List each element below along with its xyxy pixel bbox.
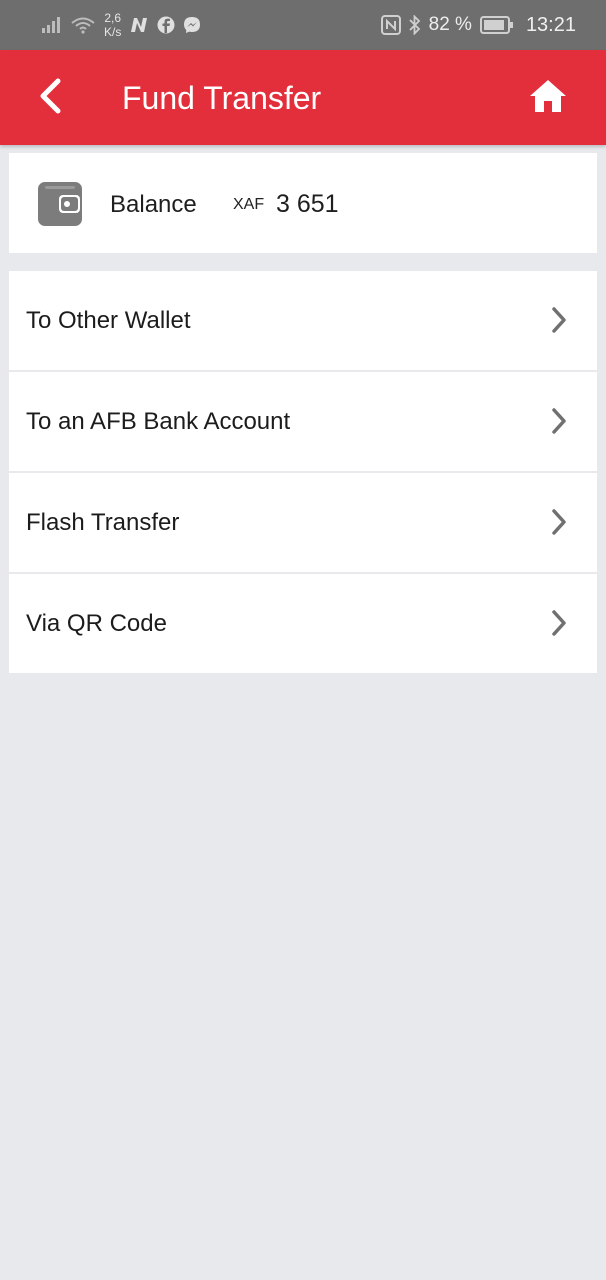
speed-value: 2,6 — [104, 11, 122, 25]
balance-label: Balance — [110, 191, 197, 218]
facebook-icon — [157, 16, 175, 34]
balance-card: Balance XAF 3 651 — [9, 153, 597, 253]
chevron-right-icon — [551, 408, 567, 439]
status-left: 2,6 K/s — [42, 11, 201, 39]
menu-item-flash-transfer[interactable]: Flash Transfer — [9, 473, 597, 572]
menu-item-label: Flash Transfer — [26, 508, 180, 536]
balance-amount: 3 651 — [276, 190, 339, 218]
signal-icon — [42, 17, 62, 33]
network-speed: 2,6 K/s — [104, 11, 121, 39]
battery-percent: 82 % — [428, 14, 472, 35]
status-bar: 2,6 K/s 82 % 13:21 — [0, 0, 606, 50]
nfc-icon — [380, 15, 401, 35]
balance-currency: XAF — [233, 196, 265, 213]
menu-item-label: Via QR Code — [26, 609, 167, 637]
home-button[interactable] — [526, 78, 570, 118]
clock: 13:21 — [525, 13, 576, 36]
menu-item-label: To an AFB Bank Account — [26, 407, 291, 435]
bluetooth-icon — [408, 15, 421, 35]
chevron-right-icon — [551, 509, 567, 540]
back-arrow-icon — [37, 78, 63, 119]
wifi-icon — [70, 16, 96, 34]
menu-item-label: To Other Wallet — [26, 306, 191, 334]
menu-item-to-other-wallet[interactable]: To Other Wallet — [9, 271, 597, 370]
messenger-icon — [183, 16, 201, 34]
menu-item-via-qr-code[interactable]: Via QR Code — [9, 574, 597, 673]
wallet-icon — [37, 181, 83, 232]
home-icon — [528, 78, 568, 119]
n-app-icon — [129, 16, 149, 34]
chevron-right-icon — [551, 307, 567, 338]
page-title: Fund Transfer — [122, 80, 322, 116]
chevron-right-icon — [551, 610, 567, 641]
speed-unit: K/s — [104, 25, 122, 39]
menu-item-to-afb-bank-account[interactable]: To an AFB Bank Account — [9, 372, 597, 471]
status-right: 82 % 13:21 — [380, 13, 576, 37]
battery-icon — [479, 16, 514, 34]
back-button[interactable] — [30, 78, 70, 118]
app-header: Fund Transfer — [0, 50, 606, 145]
transfer-options-list: To Other Wallet To an AFB Bank Account F… — [9, 271, 597, 675]
